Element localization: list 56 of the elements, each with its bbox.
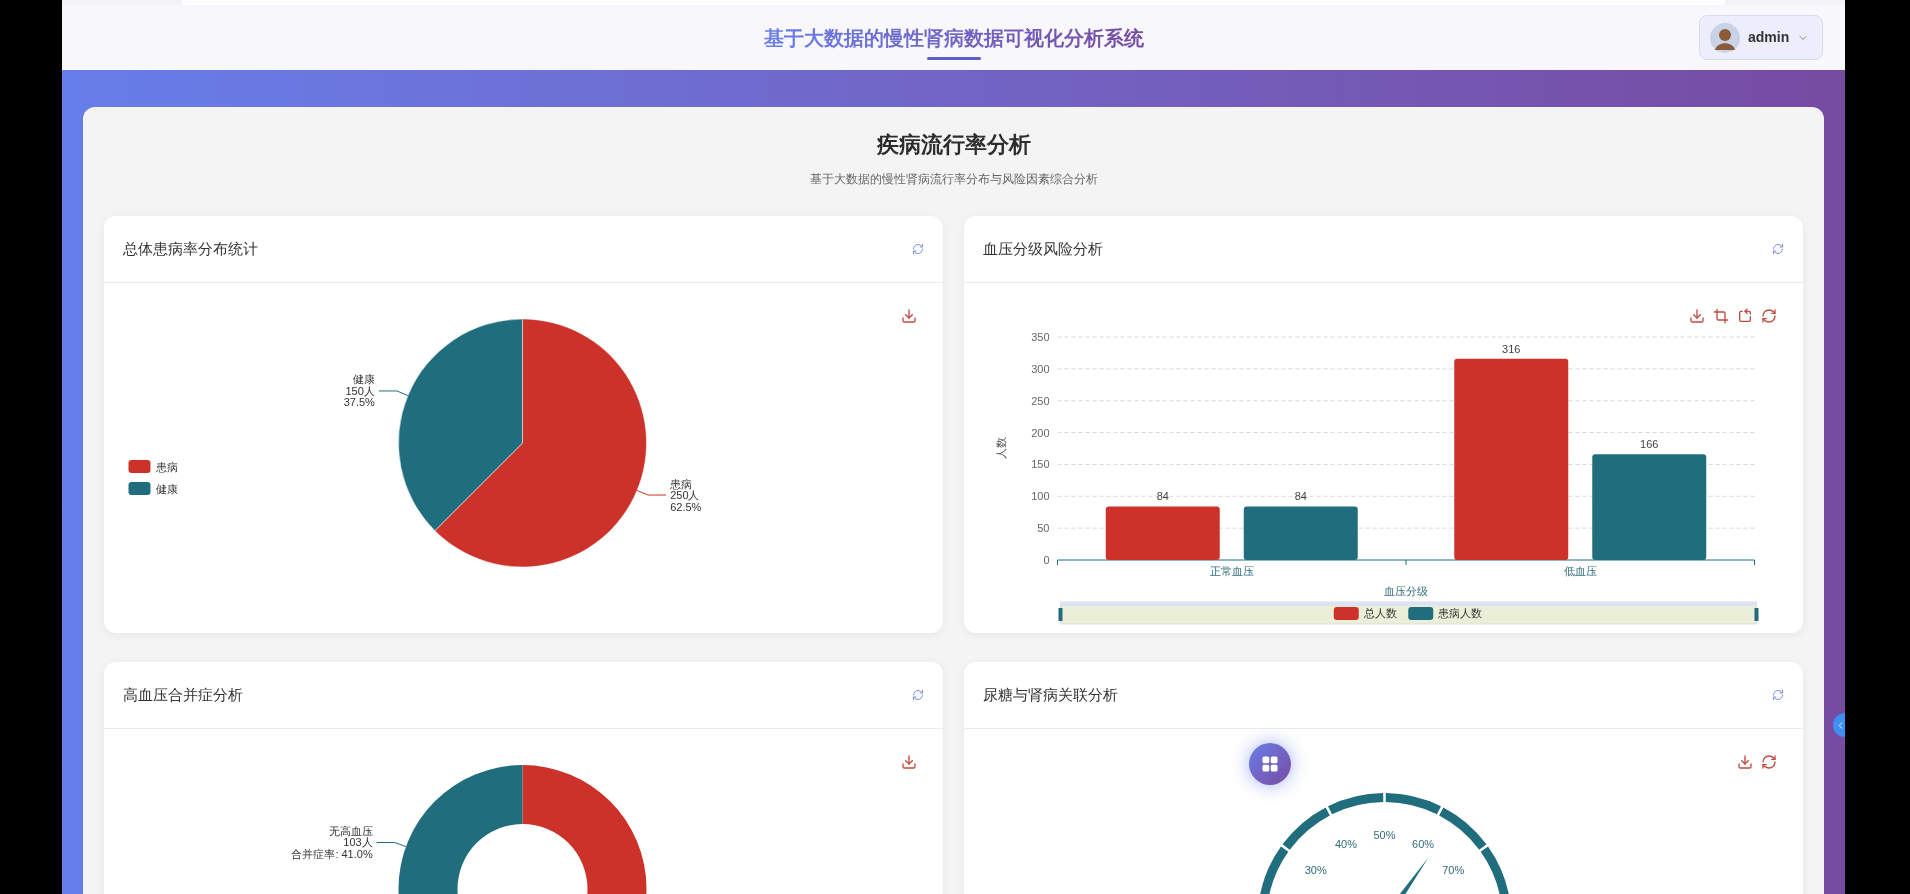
legend-label[interactable]: 总人数: [1363, 607, 1397, 619]
download-icon[interactable]: [901, 754, 917, 770]
refresh-icon[interactable]: [912, 689, 924, 701]
leader-line: [376, 842, 407, 848]
grid-icon: [1261, 755, 1279, 773]
zoom-slider[interactable]: [1058, 601, 1759, 625]
refresh-icon[interactable]: [1772, 689, 1784, 701]
download-icon[interactable]: [1689, 308, 1705, 324]
axis-tick-label: 300: [1031, 362, 1050, 375]
slice-label: 患病 250人 62.5%: [670, 477, 702, 513]
refresh-icon[interactable]: [912, 243, 924, 255]
axis-tick-label: 100: [1031, 490, 1050, 503]
gauge-tick-label: 40%: [1334, 838, 1357, 851]
axis-tick-label: 50: [1037, 522, 1050, 535]
card-title: 总体患病率分布统计: [123, 238, 258, 259]
title-underline: [926, 56, 981, 60]
bar-value-label: 166: [1640, 438, 1659, 451]
legend-label[interactable]: 健康: [155, 483, 178, 495]
undo-icon[interactable]: [1737, 308, 1753, 324]
bar-value-label: 316: [1502, 342, 1521, 355]
category-label: 低血压: [1563, 565, 1597, 577]
gauge-tick-label: 70%: [1442, 864, 1465, 877]
app-title: 基于大数据的慢性肾病数据可视化分析系统: [763, 26, 1144, 49]
card-title: 血压分级风险分析: [983, 238, 1103, 259]
legend-label[interactable]: 患病人数: [1438, 607, 1483, 619]
axis-tick-label: 150: [1031, 458, 1050, 471]
refresh-icon[interactable]: [1772, 243, 1784, 255]
leader-line: [378, 390, 409, 397]
legend-label[interactable]: 患病: [155, 461, 178, 473]
gauge-tick-label: 30%: [1304, 864, 1327, 877]
card-title: 尿糖与肾病关联分析: [983, 684, 1118, 705]
chevron-left-icon: [1835, 719, 1845, 731]
category-label: 正常血压: [1209, 565, 1254, 577]
crop-icon[interactable]: [1713, 308, 1729, 324]
download-icon[interactable]: [901, 308, 917, 324]
bar-value-label: 84: [1156, 490, 1169, 503]
axis-tick-label: 350: [1031, 331, 1050, 343]
refresh-icon[interactable]: [1761, 754, 1777, 770]
axis-tick-label: 250: [1031, 394, 1050, 407]
gauge-tick-label: 50%: [1373, 829, 1396, 841]
avatar: [1710, 22, 1740, 53]
gauge-tick-label: 60%: [1412, 838, 1435, 851]
slice-label: 健康 150人 37.5%: [343, 373, 375, 409]
slice-label: 无高血压 103人 合并症率: 41.0%: [291, 825, 373, 860]
refresh-icon[interactable]: [1761, 308, 1777, 324]
axis-title: 人数: [994, 437, 1007, 459]
axis-tick-label: 200: [1031, 426, 1050, 439]
axis-tick-label: 0: [1043, 554, 1050, 566]
bar-value-label: 84: [1294, 490, 1307, 503]
leader-line: [636, 489, 667, 496]
axis-title: 血压分级: [1384, 585, 1428, 597]
download-icon[interactable]: [1737, 754, 1753, 770]
user-menu-button[interactable]: admin: [1699, 15, 1823, 60]
page-title: 疾病流行率分析: [876, 131, 1031, 159]
page-subtitle: 基于大数据的慢性肾病流行率分布与风险因素综合分析: [809, 171, 1098, 188]
card-title: 高血压合并症分析: [123, 684, 243, 705]
